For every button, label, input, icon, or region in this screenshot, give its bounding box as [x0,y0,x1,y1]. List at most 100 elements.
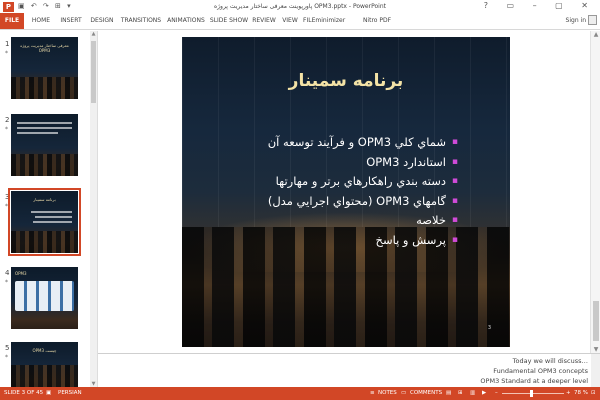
slide-sorter-icon[interactable]: ⊞ [458,390,463,396]
bullet-text: خلاصه [416,213,446,227]
thumbnail-title: OPM3 [15,271,27,276]
bullet-item: ▪ استاندارد OPM3 [268,153,458,173]
thumbnail-number: 2 [5,116,10,124]
slide-number: 3 [487,325,491,331]
thumbnail-number: 4 [5,269,10,277]
scrollbar-thumb[interactable] [91,41,96,103]
thumbnail-title: OPM3 چیست [32,348,57,353]
thumbnail-background [11,231,78,253]
bullet-square-icon: ▪ [451,176,458,186]
scroll-up-arrow-icon[interactable]: ▲ [90,31,97,37]
bullet-text: شماي كلي OPM3 و فرآيند توسعه آن [267,135,446,149]
slide-bullet-list[interactable]: ▪ شماي كلي OPM3 و فرآيند توسعه آن ▪ استاند… [268,133,458,250]
language-indicator[interactable]: PERSIAN [58,390,82,396]
zoom-level[interactable]: 78 % [574,390,588,396]
bullet-square-icon: ▪ [451,156,458,167]
thumbnail-animation-star-icon: * [5,203,8,210]
thumbnail-animation-star-icon: * [5,354,8,361]
thumbnail-background [11,365,78,387]
thumbnails-scrollbar[interactable]: ▲ ▼ [90,31,97,387]
thumbnail-puzzle-image [15,281,74,311]
powerpoint-window: P ▣ ↶ ↷ ⊞ ▾ پاورپوینت معرفی ساختار مدیری… [0,0,600,400]
mouse-cursor-icon: ➤ [52,256,59,265]
thumbnail-number: 5 [5,344,10,352]
proofing-icon[interactable]: ▣ [46,390,51,396]
bullet-square-icon: ▪ [451,137,458,147]
slide-thumbnail-5[interactable]: OPM3 چیست [11,342,78,387]
thumbnail-title: معرفی ساختار مدیریت پروژه OPM3 [20,43,69,53]
bullet-text: پرسش و پاسخ [375,232,446,247]
bullet-item: ▪ گامهاي OPM3 (محتواي اجرايي مدل) [268,192,458,212]
zoom-out-button[interactable]: – [495,390,498,396]
fit-slide-icon[interactable]: ⊡ [591,390,596,396]
slide-show-icon[interactable]: ▶ [482,390,486,396]
slide-thumbnail-1[interactable]: معرفی ساختار مدیریت پروژه OPM3 [11,37,78,99]
thumbnail-animation-star-icon: * [5,126,8,133]
notes-line: Fundamental OPM3 concepts [493,367,588,375]
bullet-square-icon: ▪ [451,215,458,225]
title-bar: P ▣ ↶ ↷ ⊞ ▾ پاورپوینت معرفی ساختار مدیری… [0,0,600,14]
slide-thumbnail-4[interactable]: OPM3 [11,267,78,329]
reading-view-icon[interactable]: ▥ [470,390,475,396]
thumbnail-background [11,154,78,176]
thumbnail-number: 3 [5,193,10,201]
thumbnail-animation-star-icon: * [5,50,8,57]
thumbnail-animation-star-icon: * [5,279,8,286]
slide-thumbnail-2[interactable] [11,114,78,176]
notes-scrollbar[interactable] [591,354,600,388]
thumbnail-text-line [31,211,72,213]
sign-in-link[interactable]: Sign in [566,17,586,24]
zoom-slider[interactable] [502,393,564,394]
bullet-text: دسته بندي راهكارهاي برتر و مهارتها [275,174,446,188]
speaker-notes-pane[interactable]: Today we will discuss… Fundamental OPM3 … [98,353,600,388]
notes-line: Today we will discuss… [512,357,588,365]
tab-view[interactable]: VIEW [279,13,301,29]
tab-animations[interactable]: ANIMATIONS [165,13,207,29]
user-avatar-icon[interactable] [588,15,597,25]
tab-transitions[interactable]: TRANSITIONS [119,13,163,29]
scrollbar-thumb[interactable] [593,301,599,341]
comments-icon[interactable]: ▭ [401,390,406,396]
bullet-square-icon: ▪ [451,195,458,206]
bullet-item: ▪ دسته بندي راهكارهاي برتر و مهارتها [268,172,458,192]
scroll-up-arrow-icon[interactable]: ▲ [591,31,600,38]
thumbnail-number: 1 [5,40,10,48]
slide-thumbnail-3[interactable]: برنامه سمینار [8,188,81,256]
slide-editing-area: برنامه سمينار ▪ شماي كلي OPM3 و فرآيند تو… [98,31,600,353]
tab-design[interactable]: DESIGN [87,13,117,29]
bullet-text: استاندارد OPM3 [366,154,446,169]
thumbnail-text-line [17,122,72,124]
slide-title[interactable]: برنامه سمينار [182,71,510,91]
slide-area-scrollbar[interactable]: ▲ ▼ [590,31,600,353]
thumbnail-text-line [35,216,72,218]
comments-toggle-button[interactable]: COMMENTS [410,390,442,396]
tab-nitro-pdf[interactable]: Nitro PDF Professional [345,13,409,40]
tab-fileminimizer[interactable]: FILEminimizer [303,13,345,29]
ribbon-tabs: FILE HOME INSERT DESIGN TRANSITIONS ANIM… [0,13,600,40]
tab-file[interactable]: FILE [0,13,24,29]
bullet-item: ▪ شماي كلي OPM3 و فرآيند توسعه آن [268,133,458,153]
tab-insert[interactable]: INSERT [57,13,85,29]
current-slide[interactable]: برنامه سمينار ▪ شماي كلي OPM3 و فرآيند تو… [182,37,510,347]
scroll-down-arrow-icon[interactable]: ▼ [591,346,600,353]
tab-review[interactable]: REVIEW [251,13,277,29]
tab-slide-show[interactable]: SLIDE SHOW [209,13,249,29]
thumbnail-text-line [17,132,58,134]
notes-icon[interactable]: ≡ [370,390,375,396]
bullet-square-icon: ▪ [451,234,458,245]
bullet-item: ▪ پرسش و پاسخ [268,231,458,251]
status-bar: SLIDE 3 OF 45 ▣ PERSIAN ≡ NOTES ▭ COMMEN… [0,387,600,400]
zoom-slider-knob[interactable] [530,390,533,397]
zoom-in-button[interactable]: + [566,390,571,396]
notes-line: OPM3 Standard at a deeper level [480,377,588,385]
normal-view-icon[interactable]: ▤ [446,390,451,396]
window-control-buttons[interactable]: ? ▭ – ▢ ✕ [484,1,596,10]
thumbnail-title: برنامه سمینار [33,197,56,202]
bullet-item: ▪ خلاصه [268,211,458,231]
thumbnail-background [11,77,78,99]
thumbnail-text-line [17,127,72,129]
tab-home[interactable]: HOME [28,13,54,29]
notes-toggle-button[interactable]: NOTES [378,390,397,396]
slide-thumbnails-pane: 1 * معرفی ساختار مدیریت پروژه OPM3 2 * 3… [0,31,98,387]
slide-indicator[interactable]: SLIDE 3 OF 45 [4,390,43,396]
